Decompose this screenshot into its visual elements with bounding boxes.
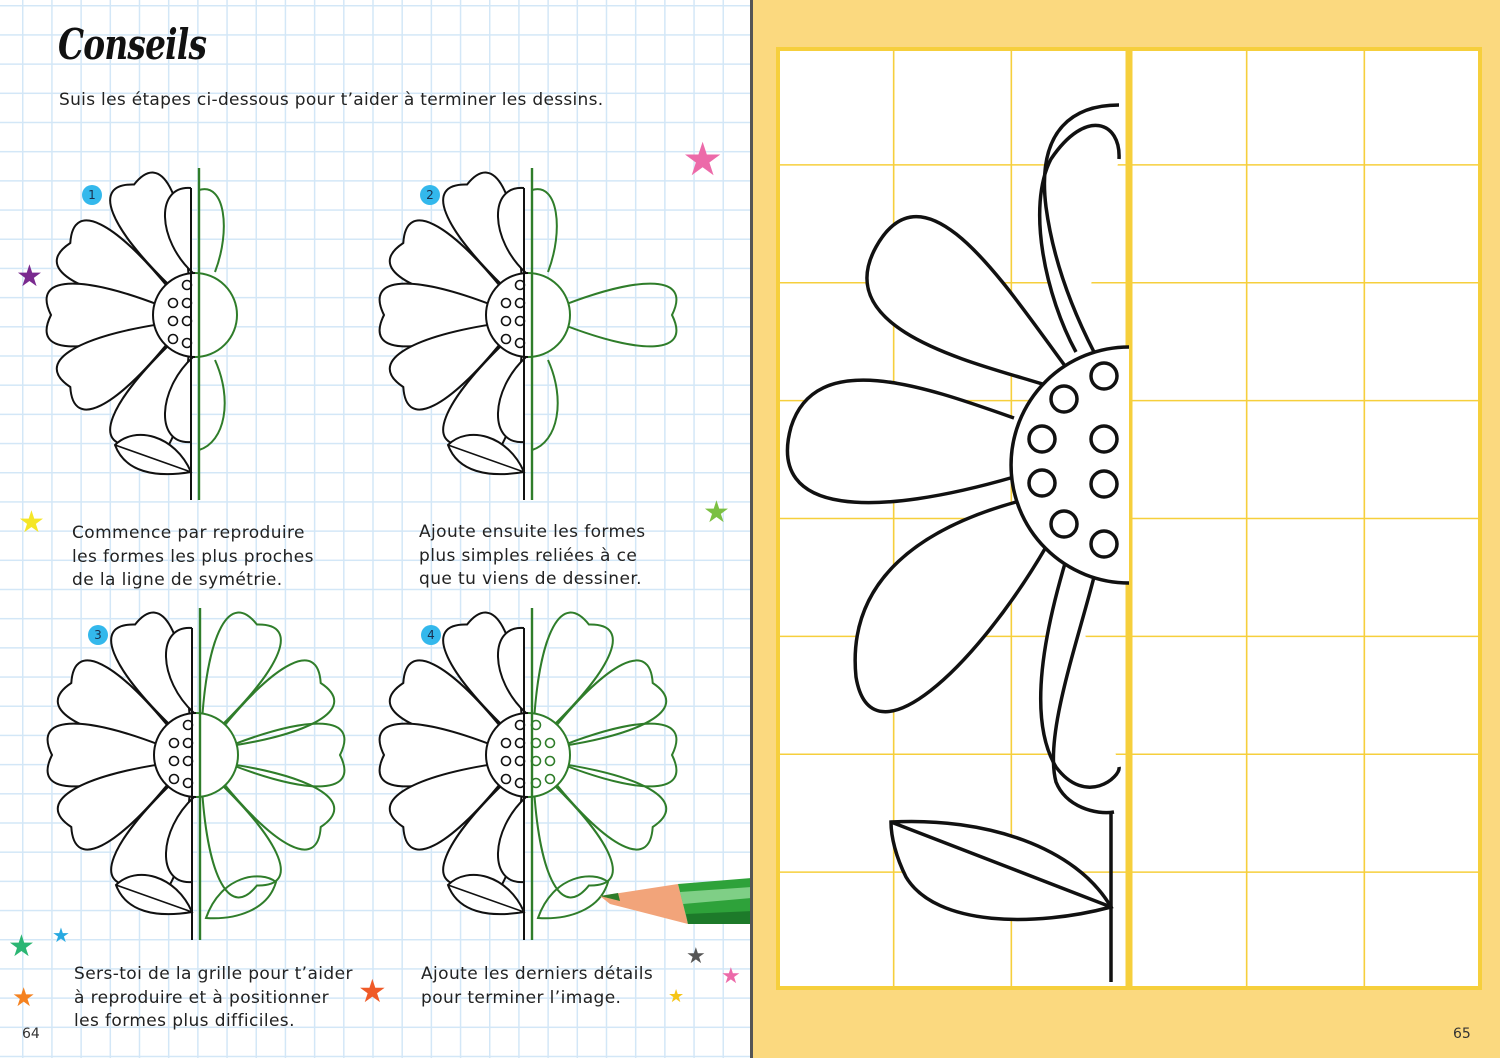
step-1-flower-drawing <box>45 168 238 500</box>
step-3-text: Sers-toi de la grille pour t’aider à rep… <box>74 964 353 1031</box>
intro-text: Suis les étapes ci-dessous pour t’aider … <box>59 90 604 110</box>
star-blue-icon: ★ <box>52 923 70 947</box>
step-1-text: Commence par reproduire les formes les p… <box>72 523 314 590</box>
star-purple-icon: ★ <box>16 259 43 294</box>
star-orange-icon: ★ <box>12 983 36 1013</box>
left-page: Conseils Suis les étapes ci-dessous pour… <box>0 0 750 1058</box>
star-yellow-icon: ★ <box>18 505 45 540</box>
step-3-flower-drawing <box>46 608 346 940</box>
page-number-right: 65 <box>1453 1026 1471 1042</box>
page-number-left: 64 <box>22 1026 40 1042</box>
step-4-text: Ajoute les derniers détails pour termine… <box>421 964 654 1008</box>
drawing-grid-sheet <box>776 47 1482 990</box>
star-green-icon: ★ <box>703 495 730 530</box>
colored-pencil-icon <box>600 878 750 924</box>
star-small-pink-icon: ★ <box>721 964 741 989</box>
star-red-icon: ★ <box>358 972 387 1010</box>
star-pink-icon: ★ <box>682 132 724 186</box>
page-title: Conseils <box>58 20 207 69</box>
step-2-flower-drawing <box>378 168 678 500</box>
star-small-yellow-icon: ★ <box>668 986 685 1007</box>
step-2-text: Ajoute ensuite les formes plus simples r… <box>419 522 646 589</box>
right-page: 65 <box>753 0 1500 1058</box>
star-grey-icon: ★ <box>686 944 706 969</box>
star-teal-icon: ★ <box>8 929 35 964</box>
